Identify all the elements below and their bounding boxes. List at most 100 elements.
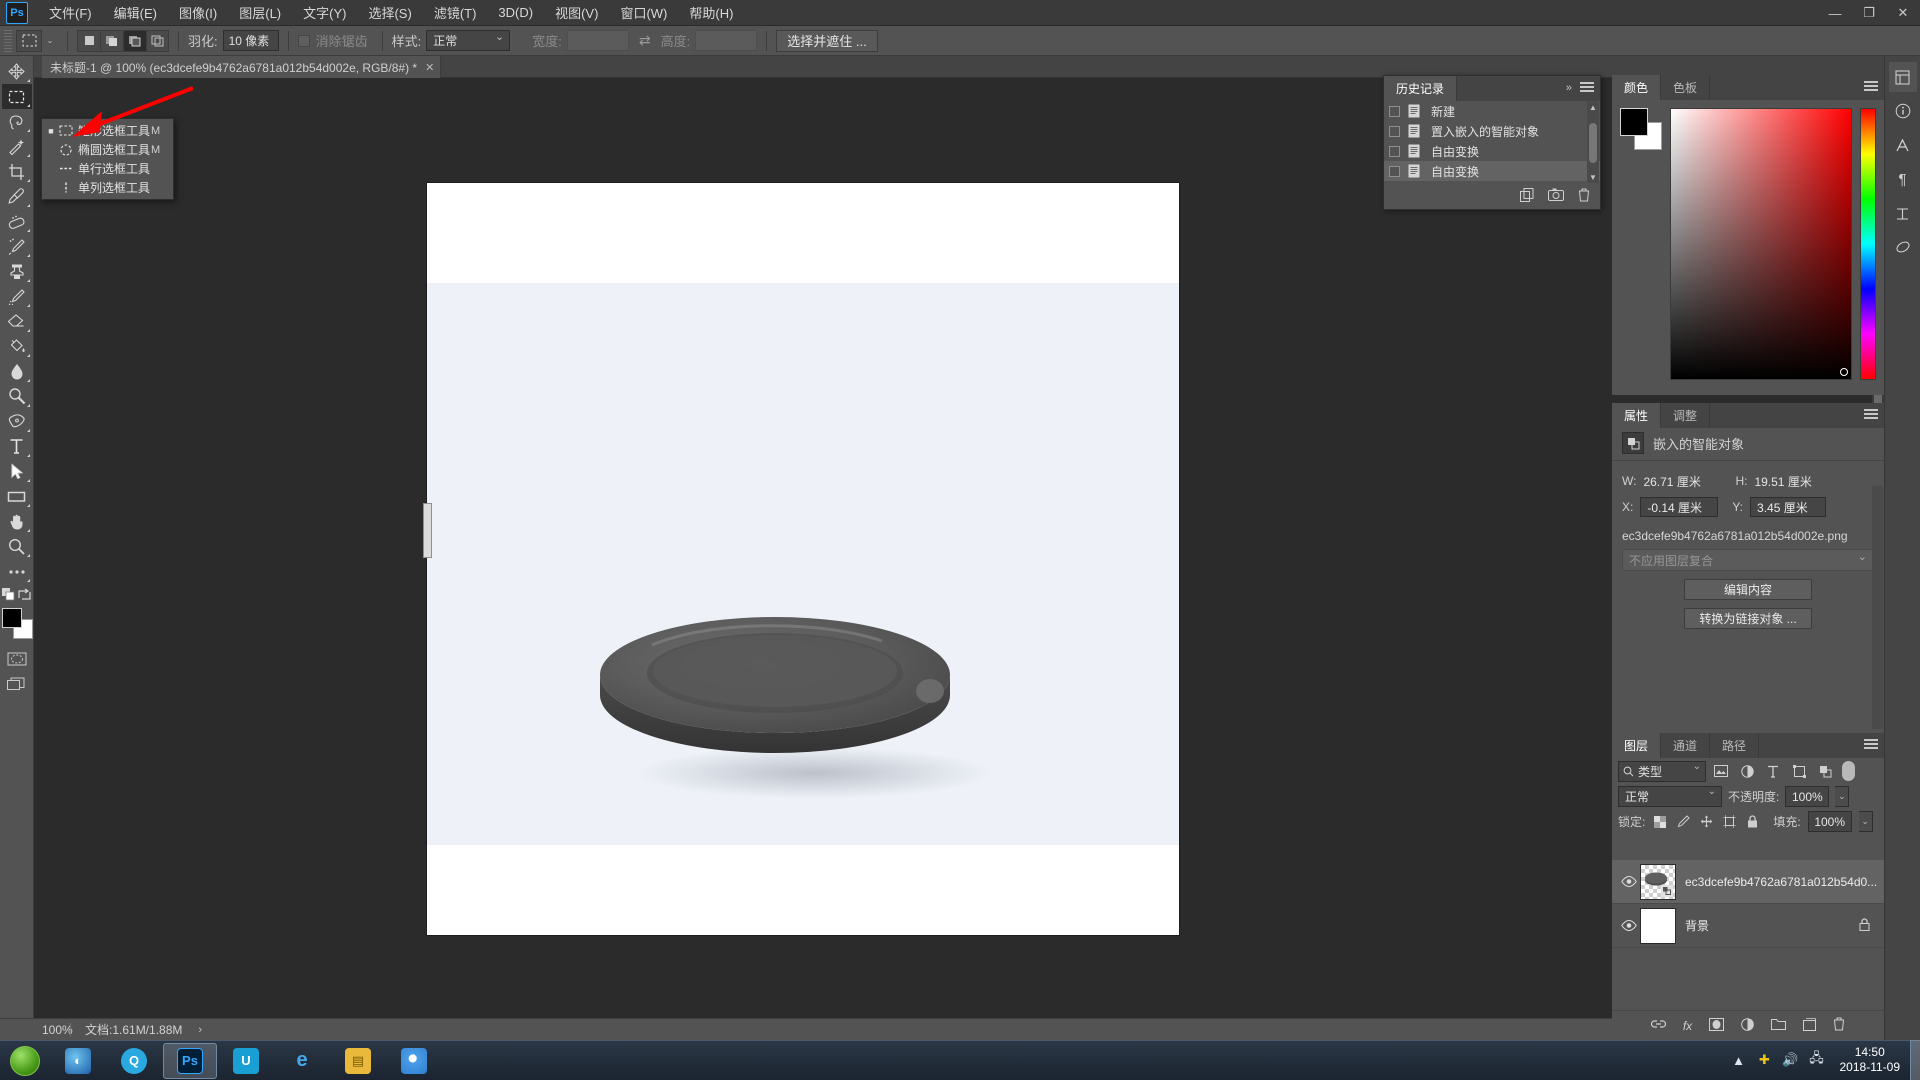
add-to-selection-button[interactable] xyxy=(100,30,123,52)
lock-position-icon[interactable] xyxy=(1698,815,1714,828)
lock-all-icon[interactable] xyxy=(1744,815,1760,828)
color-field[interactable] xyxy=(1670,108,1852,380)
flyout-item-single-column-marquee[interactable]: 单列选框工具 xyxy=(42,178,173,197)
layer-mask-icon[interactable] xyxy=(1709,1018,1724,1034)
opacity-input[interactable]: 100% xyxy=(1785,786,1829,807)
layer-name[interactable]: ec3dcefe9b4762a6781a012b54d0... xyxy=(1685,875,1878,889)
create-document-from-state-icon[interactable] xyxy=(1520,188,1534,205)
move-tool[interactable] xyxy=(2,59,32,84)
blur-tool[interactable] xyxy=(2,359,32,384)
lock-image-pixels-icon[interactable] xyxy=(1675,815,1691,828)
subtract-from-selection-button[interactable] xyxy=(123,30,146,52)
spot-healing-brush-tool[interactable] xyxy=(2,209,32,234)
info-dock-icon[interactable] xyxy=(1889,96,1917,126)
adjustment-layer-icon[interactable] xyxy=(1741,1018,1754,1034)
maximize-button[interactable]: ❐ xyxy=(1852,0,1886,26)
history-state-list[interactable]: 新建 置入嵌入的智能对象 自由变换 自由 xyxy=(1384,101,1600,183)
pixel-filter-icon[interactable] xyxy=(1710,761,1732,782)
canvas-area[interactable] xyxy=(34,78,1884,1040)
x-input[interactable]: -0.14 厘米 xyxy=(1640,497,1718,517)
adjustment-filter-icon[interactable] xyxy=(1736,761,1758,782)
menu-edit[interactable]: 编辑(E) xyxy=(103,0,168,25)
taskbar-clock[interactable]: 14:50 2018-11-09 xyxy=(1830,1045,1911,1075)
zoom-tool[interactable] xyxy=(2,534,32,559)
layer-thumbnail[interactable] xyxy=(1640,864,1676,900)
create-new-snapshot-icon[interactable] xyxy=(1548,188,1564,204)
layer-thumbnail[interactable] xyxy=(1640,908,1676,944)
color-field-marker[interactable] xyxy=(1840,368,1848,376)
menu-file[interactable]: 文件(F) xyxy=(38,0,103,25)
width-input[interactable] xyxy=(567,30,629,51)
edit-toolbar-tool[interactable] xyxy=(2,559,32,584)
menu-filter[interactable]: 滤镜(T) xyxy=(423,0,488,25)
tab-channels[interactable]: 通道 xyxy=(1661,733,1710,758)
opacity-chevron-down-icon[interactable]: ⌄ xyxy=(1835,786,1849,807)
layer-row-smart-object[interactable]: ec3dcefe9b4762a6781a012b54d0... xyxy=(1612,860,1884,904)
select-and-mask-button[interactable]: 选择并遮住 ... xyxy=(776,30,877,52)
hand-tool[interactable] xyxy=(2,509,32,534)
history-scroll-thumb[interactable] xyxy=(1589,123,1597,163)
tab-layers[interactable]: 图层 xyxy=(1612,733,1661,758)
scroll-up-icon[interactable]: ▲ xyxy=(1587,101,1599,113)
foreground-color-chip[interactable] xyxy=(2,608,22,628)
horizontal-type-tool[interactable] xyxy=(2,434,32,459)
layer-visibility-icon[interactable] xyxy=(1618,920,1640,931)
height-input[interactable] xyxy=(695,30,757,51)
new-layer-icon[interactable] xyxy=(1803,1018,1816,1034)
pen-tool[interactable] xyxy=(2,409,32,434)
flyout-item-elliptical-marquee[interactable]: 椭圆选框工具 M xyxy=(42,140,173,159)
close-document-icon[interactable]: ✕ xyxy=(425,61,434,74)
scroll-down-icon[interactable]: ▼ xyxy=(1587,171,1599,183)
filter-kind-select[interactable]: 类型 xyxy=(1618,761,1706,782)
edit-contents-button[interactable]: 编辑内容 xyxy=(1684,579,1812,600)
style-select[interactable]: 正常 xyxy=(426,30,510,51)
history-snapshot-checkbox[interactable] xyxy=(1389,126,1400,137)
menu-help[interactable]: 帮助(H) xyxy=(678,0,744,25)
lasso-tool[interactable] xyxy=(2,109,32,134)
crop-tool[interactable] xyxy=(2,159,32,184)
taskbar-ie-icon[interactable]: e xyxy=(275,1043,329,1079)
rectangle-tool[interactable] xyxy=(2,484,32,509)
panel-menu-icon[interactable] xyxy=(1864,409,1878,421)
y-input[interactable]: 3.45 厘米 xyxy=(1750,497,1826,517)
history-scrollbar[interactable]: ▲ ▼ xyxy=(1587,101,1599,183)
tray-network-icon[interactable]: 🖧 xyxy=(1804,1049,1830,1071)
brush-tool[interactable] xyxy=(2,234,32,259)
flyout-item-rectangular-marquee[interactable]: ■ 矩形选框工具 M xyxy=(42,121,173,140)
rectangular-marquee-tool[interactable] xyxy=(2,84,32,109)
history-snapshot-checkbox[interactable] xyxy=(1389,146,1400,157)
screen-mode-button[interactable] xyxy=(2,671,32,696)
swap-colors-icon[interactable] xyxy=(18,588,31,604)
swap-width-height-icon[interactable]: ⇄ xyxy=(639,32,651,49)
history-item[interactable]: 自由变换 xyxy=(1384,161,1600,181)
tab-color[interactable]: 颜色 xyxy=(1612,75,1661,100)
tab-swatches[interactable]: 色板 xyxy=(1661,75,1710,100)
eyedropper-tool[interactable] xyxy=(2,184,32,209)
taskbar-uc-browser-icon[interactable]: U xyxy=(219,1043,273,1079)
history-brush-tool[interactable] xyxy=(2,284,32,309)
layer-visibility-icon[interactable] xyxy=(1618,876,1640,887)
taskbar-photoshop-icon[interactable]: Ps xyxy=(163,1043,217,1079)
color-panel-foreground-chip[interactable] xyxy=(1620,108,1648,136)
history-item[interactable]: 自由变换 xyxy=(1384,141,1600,161)
menu-3d[interactable]: 3D(D) xyxy=(487,2,544,23)
transform-handle-left[interactable] xyxy=(423,503,432,558)
tray-security-icon[interactable]: ✚ xyxy=(1752,1052,1778,1068)
properties-scrollbar[interactable] xyxy=(1872,486,1883,729)
new-selection-button[interactable] xyxy=(77,30,100,52)
tab-paths[interactable]: 路径 xyxy=(1710,733,1759,758)
paint-bucket-tool[interactable] xyxy=(2,334,32,359)
fill-chevron-down-icon[interactable]: ⌄ xyxy=(1859,811,1873,832)
fill-input[interactable]: 100% xyxy=(1808,811,1852,832)
delete-layer-icon[interactable] xyxy=(1833,1017,1845,1034)
eraser-tool[interactable] xyxy=(2,309,32,334)
flyout-item-single-row-marquee[interactable]: 单行选框工具 xyxy=(42,159,173,178)
hue-slider[interactable] xyxy=(1860,108,1876,380)
collapse-panel-icon[interactable]: » xyxy=(1566,82,1572,94)
blend-mode-select[interactable]: 正常 xyxy=(1618,786,1722,807)
current-tool-icon[interactable] xyxy=(16,30,42,52)
menu-image[interactable]: 图像(I) xyxy=(168,0,228,25)
panel-menu-icon[interactable] xyxy=(1864,739,1878,751)
delete-state-icon[interactable] xyxy=(1578,188,1590,205)
intersect-selection-button[interactable] xyxy=(146,30,169,52)
